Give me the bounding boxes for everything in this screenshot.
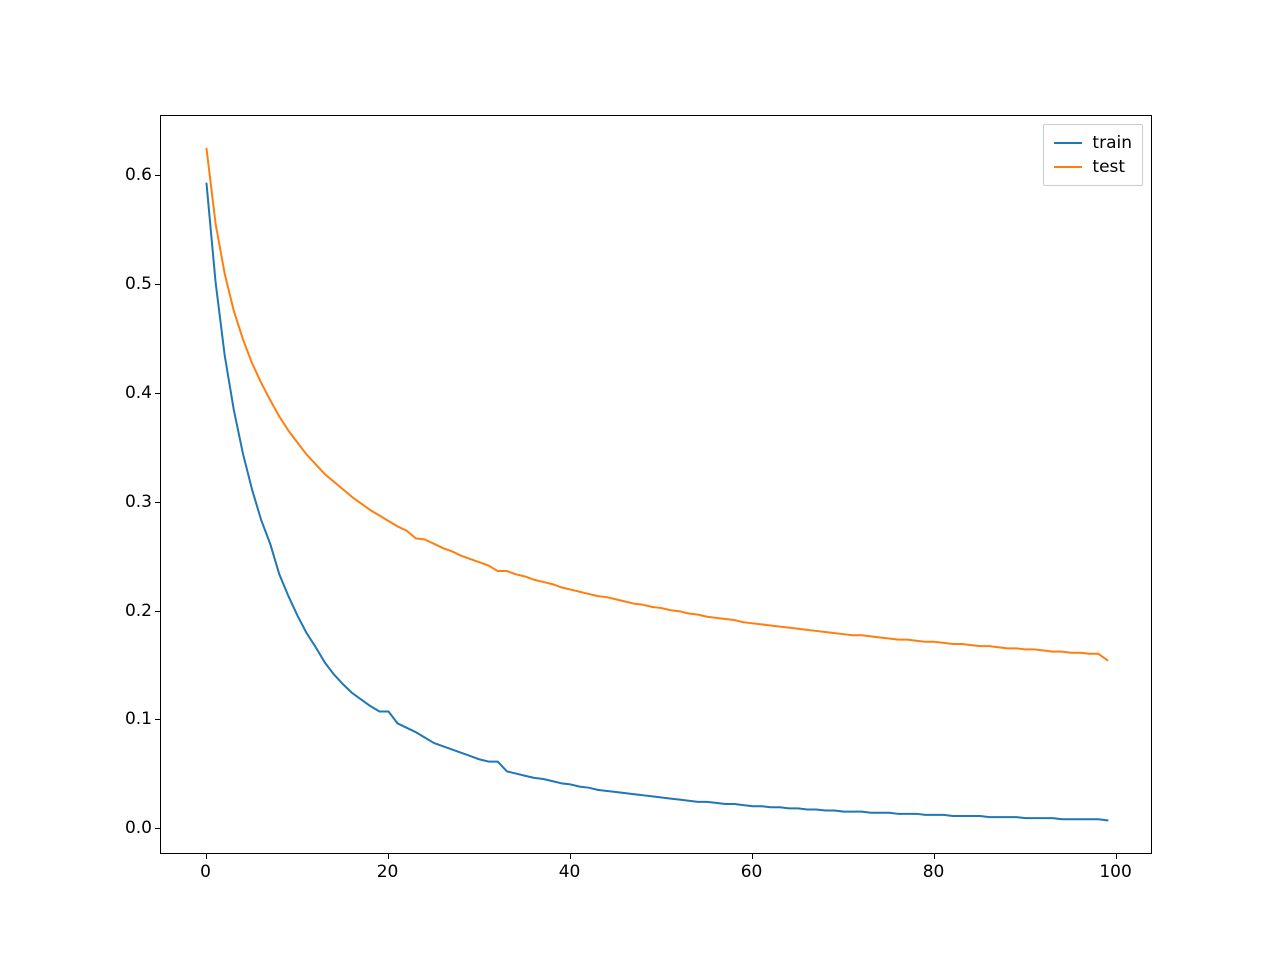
x-tick-mark: [934, 854, 935, 859]
axes-area: train test: [160, 115, 1152, 854]
x-tick-label: 0: [200, 862, 211, 882]
y-tick-mark: [155, 502, 160, 503]
y-tick-mark: [155, 393, 160, 394]
y-tick-mark: [155, 284, 160, 285]
legend-swatch-test: [1054, 166, 1082, 168]
y-tick-mark: [155, 719, 160, 720]
series-line-test: [207, 149, 1108, 661]
y-tick-label: 0.2: [125, 601, 152, 621]
x-tick-mark: [1116, 854, 1117, 859]
legend-swatch-train: [1054, 142, 1082, 144]
series-line-train: [207, 184, 1108, 821]
x-tick-mark: [570, 854, 571, 859]
x-tick-mark: [388, 854, 389, 859]
y-tick-label: 0.4: [125, 383, 152, 403]
legend: train test: [1043, 124, 1143, 186]
x-tick-mark: [752, 854, 753, 859]
x-tick-label: 40: [559, 862, 581, 882]
y-tick-mark: [155, 175, 160, 176]
x-tick-label: 60: [741, 862, 763, 882]
legend-label-train: train: [1092, 133, 1132, 153]
legend-label-test: test: [1092, 157, 1125, 177]
y-tick-label: 0.1: [125, 709, 152, 729]
x-tick-label: 20: [377, 862, 399, 882]
x-tick-label: 100: [1099, 862, 1131, 882]
y-tick-mark: [155, 828, 160, 829]
legend-entry-train: train: [1054, 131, 1132, 155]
y-tick-label: 0.3: [125, 492, 152, 512]
plot-svg: [161, 116, 1153, 855]
y-tick-label: 0.5: [125, 274, 152, 294]
legend-entry-test: test: [1054, 155, 1132, 179]
y-tick-label: 0.0: [125, 818, 152, 838]
figure: train test 0 20 40 60 80 100 0.0 0.1 0.2 0.3 0.4 0.…: [0, 0, 1280, 960]
x-tick-mark: [206, 854, 207, 859]
y-tick-mark: [155, 611, 160, 612]
y-tick-label: 0.6: [125, 165, 152, 185]
x-tick-label: 80: [923, 862, 945, 882]
